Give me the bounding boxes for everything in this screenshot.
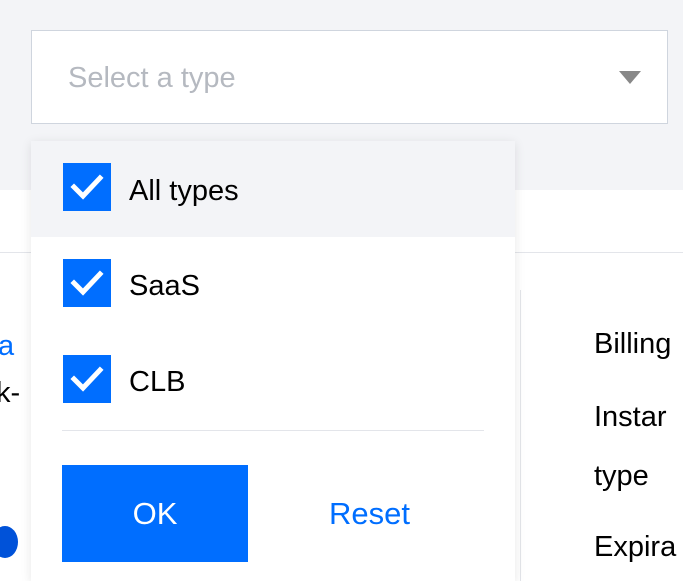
- background-link-fragment: a: [0, 330, 15, 362]
- reset-button[interactable]: Reset: [329, 497, 410, 531]
- check-icon: [70, 174, 104, 200]
- status-dot: [0, 526, 18, 558]
- background-text-fragment: k-: [0, 377, 21, 409]
- option-saas[interactable]: SaaS: [31, 237, 515, 333]
- option-all-types[interactable]: All types: [31, 141, 515, 237]
- option-clb[interactable]: CLB: [31, 333, 515, 429]
- dropdown-divider: [62, 430, 484, 431]
- caret-down-icon[interactable]: [619, 71, 641, 84]
- option-label: SaaS: [129, 270, 200, 302]
- expiration-label: Expira: [594, 531, 677, 563]
- select-placeholder: Select a type: [68, 62, 236, 94]
- type-select[interactable]: Select a type: [31, 30, 668, 124]
- checkbox-clb[interactable]: [63, 355, 111, 403]
- instance-type-label: type: [594, 460, 649, 492]
- checkbox-all-types[interactable]: [63, 163, 111, 211]
- option-label: CLB: [129, 366, 186, 398]
- check-icon: [70, 366, 104, 392]
- page: a k- Billing Instar type Expira Select a…: [0, 0, 683, 581]
- billing-label: Billing: [594, 328, 672, 360]
- ok-button[interactable]: OK: [62, 465, 248, 562]
- check-icon: [70, 270, 104, 296]
- checkbox-saas[interactable]: [63, 259, 111, 307]
- column-divider: [520, 290, 521, 581]
- option-label: All types: [129, 175, 239, 207]
- type-dropdown: All types SaaS CLB OK Reset: [31, 141, 515, 581]
- instance-label: Instar: [594, 401, 667, 433]
